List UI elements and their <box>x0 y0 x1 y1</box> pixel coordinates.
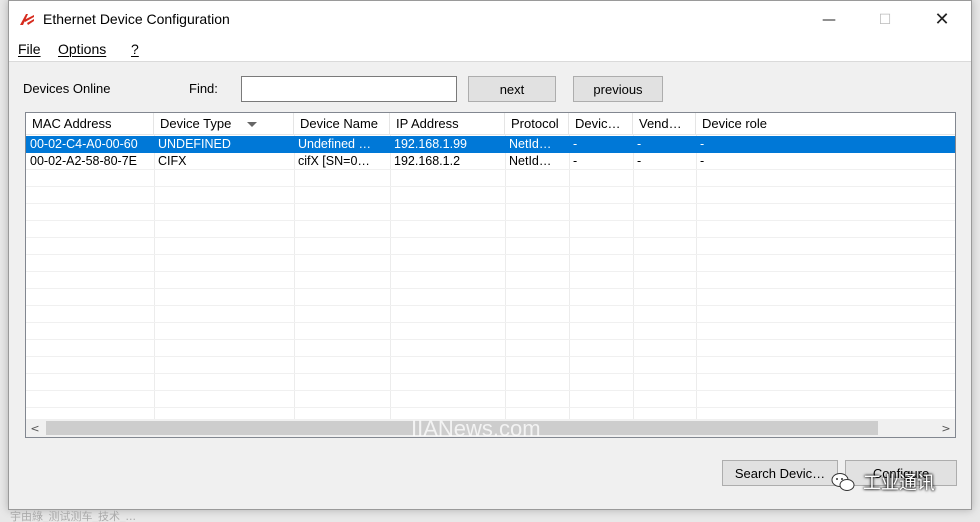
table-row[interactable]: 00-02-A2-58-80-7E CIFX cifX [SN=0… 192.1… <box>26 153 955 170</box>
sort-descending-icon <box>247 122 257 127</box>
find-label: Find: <box>189 81 218 96</box>
cell-ip-address: 192.168.1.99 <box>394 137 467 151</box>
devices-online-label: Devices Online <box>23 81 111 96</box>
grid-divider <box>505 135 506 421</box>
grid-divider <box>294 135 295 421</box>
list-header: MAC Address Device Type Device Name IP A… <box>26 113 955 135</box>
watermark: IIANews.com <box>411 416 541 441</box>
cell-mac-address: 00-02-A2-58-80-7E <box>30 154 138 168</box>
next-button[interactable]: next <box>468 76 556 102</box>
cell-device-name: cifX [SN=0… <box>298 154 370 168</box>
cell-device-role: - <box>700 154 705 168</box>
column-header-device[interactable]: Devic… <box>569 113 633 135</box>
ethernet-device-configuration-window: Ethernet Device Configuration — ☐ ✕ File… <box>8 0 972 510</box>
previous-button[interactable]: previous <box>573 76 663 102</box>
cell-device-type: UNDEFINED <box>158 137 231 151</box>
cell-device-role: - <box>700 137 705 151</box>
grid-divider <box>390 135 391 421</box>
cell-protocol: NetId… <box>509 137 552 151</box>
title-bar[interactable]: Ethernet Device Configuration — ☐ ✕ <box>9 1 971 38</box>
menu-options[interactable]: Options <box>58 41 106 57</box>
menu-file[interactable]: File <box>18 41 41 57</box>
find-input[interactable] <box>241 76 457 102</box>
scroll-right-arrow-icon[interactable]: > <box>937 419 955 437</box>
grid-divider <box>569 135 570 421</box>
cell-device: - <box>573 154 578 168</box>
column-header-device-role[interactable]: Device role <box>696 113 955 135</box>
cell-mac-address: 00-02-C4-A0-00-60 <box>30 137 138 151</box>
column-header-device-type-label: Device Type <box>160 116 232 131</box>
cell-vendor: - <box>637 154 642 168</box>
column-header-vendor[interactable]: Vend… <box>633 113 696 135</box>
column-header-protocol[interactable]: Protocol <box>505 113 569 135</box>
scroll-left-arrow-icon[interactable]: < <box>26 419 44 437</box>
menu-bar: File Options ? <box>9 38 971 62</box>
table-row[interactable]: 00-02-C4-A0-00-60 UNDEFINED Undefined … … <box>26 136 955 153</box>
wechat-icon <box>831 473 855 491</box>
cell-protocol: NetId… <box>509 154 552 168</box>
menu-help[interactable]: ? <box>131 41 139 57</box>
maximize-button[interactable]: ☐ <box>857 1 913 38</box>
window-title: Ethernet Device Configuration <box>43 11 230 27</box>
cell-device-type: CIFX <box>158 154 187 168</box>
close-button[interactable]: ✕ <box>914 1 970 38</box>
column-header-device-type[interactable]: Device Type <box>154 113 294 135</box>
hilscher-app-icon <box>20 14 34 25</box>
cell-ip-address: 192.168.1.2 <box>394 154 461 168</box>
brand-overlay: 工业通讯 <box>831 469 935 495</box>
column-header-ip-address[interactable]: IP Address <box>390 113 505 135</box>
grid-divider <box>633 135 634 421</box>
minimize-button[interactable]: — <box>801 1 857 38</box>
cell-device-name: Undefined … <box>298 137 371 151</box>
cell-device: - <box>573 137 578 151</box>
brand-text: 工业通讯 <box>863 473 935 494</box>
grid-divider <box>154 135 155 421</box>
cell-vendor: - <box>637 137 642 151</box>
grid-divider <box>696 135 697 421</box>
search-devices-button[interactable]: Search Devic… <box>722 460 838 486</box>
column-header-device-name[interactable]: Device Name <box>294 113 390 135</box>
device-list[interactable]: MAC Address Device Type Device Name IP A… <box>25 112 956 438</box>
column-header-mac-address[interactable]: MAC Address <box>26 113 154 135</box>
background-taskbar-text: 宇由綠_测试测车_技术_... <box>10 510 136 522</box>
